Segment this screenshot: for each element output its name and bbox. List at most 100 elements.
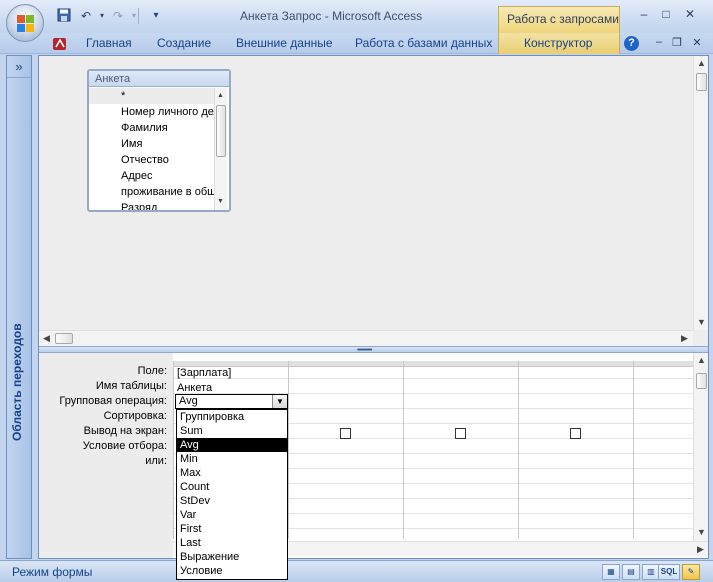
dropdown-option-sum[interactable]: Sum	[177, 424, 287, 438]
dropdown-option-stdev[interactable]: StDev	[177, 494, 287, 508]
vertical-scroll-thumb[interactable]	[696, 373, 707, 389]
row-label-sort: Сортировка:	[103, 410, 167, 422]
dropdown-option-avg[interactable]: Avg	[177, 438, 287, 452]
field-list-scroll-thumb[interactable]	[216, 105, 226, 157]
dropdown-option-min[interactable]: Min	[177, 452, 287, 466]
undo-icon[interactable]: ↶	[78, 8, 94, 24]
field-item[interactable]: Адрес	[89, 168, 215, 184]
column-selector[interactable]	[404, 361, 518, 367]
row-label-or: или:	[145, 455, 167, 467]
total-dropdown-list[interactable]: Группировка Sum Avg Min Max Count StDev …	[176, 409, 288, 580]
office-button[interactable]	[6, 4, 44, 42]
total-combo-value[interactable]: Avg	[179, 395, 198, 408]
sql-view-button[interactable]: SQL	[658, 564, 680, 580]
dropdown-option-count[interactable]: Count	[177, 480, 287, 494]
grid-column-5[interactable]	[633, 361, 693, 539]
maximize-icon[interactable]: □	[656, 6, 676, 22]
row-label-table: Имя таблицы:	[95, 380, 167, 392]
field-item[interactable]: Номер личного дела	[89, 104, 215, 120]
design-view-icon[interactable]: ✎	[682, 564, 700, 580]
scroll-down-icon[interactable]: ▼	[694, 525, 709, 540]
nav-pane-toggle-button[interactable]: »	[7, 56, 31, 78]
tab-external-data[interactable]: Внешние данные	[236, 36, 333, 50]
form-view-icon[interactable]: ▦	[602, 564, 620, 580]
doc-restore-icon[interactable]: ❐	[668, 36, 686, 51]
row-label-criteria: Условие отбора:	[82, 440, 167, 452]
dropdown-option-var[interactable]: Var	[177, 508, 287, 522]
scroll-right-icon[interactable]: ▶	[693, 542, 708, 557]
close-icon[interactable]: ✕	[680, 6, 700, 22]
field-item[interactable]: *	[89, 88, 215, 104]
column-selector[interactable]	[289, 361, 403, 367]
vertical-scroll-thumb[interactable]	[696, 73, 707, 91]
column-selector[interactable]	[519, 361, 633, 367]
grid-column-3[interactable]	[403, 361, 518, 539]
scroll-down-icon[interactable]: ▼	[694, 315, 709, 330]
scroll-right-icon[interactable]: ▶	[677, 331, 692, 346]
dropdown-option-group-by[interactable]: Группировка	[177, 410, 287, 424]
pane-splitter[interactable]: ••••••••••	[39, 346, 708, 354]
scroll-left-icon[interactable]: ◀	[39, 331, 54, 346]
row-label-total: Групповая операция:	[59, 395, 167, 407]
table-cell[interactable]: Анкета	[177, 382, 212, 394]
customize-quick-access-icon[interactable]: ▾	[148, 8, 164, 24]
scroll-down-icon[interactable]: ▼	[214, 194, 227, 209]
undo-dropdown-icon[interactable]: ▾	[94, 8, 110, 24]
scroll-up-icon[interactable]: ▲	[694, 56, 709, 71]
field-item[interactable]: проживание в общежитии	[89, 184, 215, 200]
tab-design[interactable]: Конструктор	[524, 36, 592, 50]
dropdown-option-max[interactable]: Max	[177, 466, 287, 480]
tab-home[interactable]: Главная	[86, 36, 132, 50]
status-bar: Режим формы ▦ ▤ ▥ SQL ✎	[0, 560, 713, 582]
field-item[interactable]: Фамилия	[89, 120, 215, 136]
grid-vertical-scrollbar[interactable]: ▲ ▼	[693, 353, 708, 541]
dropdown-option-first[interactable]: First	[177, 522, 287, 536]
field-item[interactable]: Имя	[89, 136, 215, 152]
combo-dropdown-icon[interactable]: ▼	[272, 395, 287, 408]
redo-icon[interactable]: ↷	[110, 8, 126, 24]
dropdown-option-where[interactable]: Условие	[177, 564, 287, 578]
help-icon[interactable]: ?	[624, 36, 639, 51]
field-item[interactable]: Разряд	[89, 200, 215, 210]
total-combo-box[interactable]: Avg ▼	[175, 394, 288, 409]
grid-column-4[interactable]	[518, 361, 633, 539]
dropdown-option-last[interactable]: Last	[177, 536, 287, 550]
grid-column-2[interactable]	[288, 361, 403, 539]
design-grid: Поле: Имя таблицы: Групповая операция: С…	[39, 353, 708, 558]
table-field-list[interactable]: Анкета * Номер личного дела Фамилия Имя …	[87, 69, 231, 212]
minimize-icon[interactable]: –	[634, 6, 654, 22]
doc-close-icon[interactable]: ✕	[688, 36, 706, 51]
row-label-show: Вывод на экран:	[83, 425, 167, 437]
scroll-up-icon[interactable]: ▲	[694, 353, 709, 368]
pivot-table-view-icon[interactable]: ▤	[622, 564, 640, 580]
row-label-field: Поле:	[137, 365, 167, 377]
doc-minimize-icon[interactable]: –	[650, 36, 668, 51]
title-bar: ↶ ▾ ↷ ▾ ▾ Анкета Запрос - Microsoft Acce…	[0, 0, 713, 33]
show-checkbox[interactable]	[570, 428, 581, 439]
redo-dropdown-icon[interactable]: ▾	[126, 8, 142, 24]
dropdown-option-expression[interactable]: Выражение	[177, 550, 287, 564]
context-tab-header: Работа с запросами	[498, 6, 620, 33]
context-tab-header-label: Работа с запросами	[507, 12, 619, 26]
quick-access-separator	[138, 8, 139, 24]
table-area-vertical-scrollbar[interactable]: ▲ ▼	[693, 56, 708, 330]
access-app-icon	[52, 36, 68, 52]
tab-create[interactable]: Создание	[157, 36, 211, 50]
table-area-horizontal-scrollbar[interactable]: ◀ ▶	[39, 330, 693, 346]
horizontal-scroll-thumb[interactable]	[55, 333, 73, 344]
scroll-up-icon[interactable]: ▲	[214, 88, 227, 103]
show-checkbox[interactable]	[455, 428, 466, 439]
column-selector[interactable]	[634, 361, 693, 367]
status-text: Режим формы	[12, 565, 93, 579]
field-item[interactable]: Отчество	[89, 152, 215, 168]
row-labels: Поле: Имя таблицы: Групповая операция: С…	[39, 353, 173, 558]
show-checkbox[interactable]	[340, 428, 351, 439]
field-list-scrollbar[interactable]: ▲ ▼	[214, 88, 227, 210]
save-icon[interactable]	[56, 8, 72, 24]
nav-pane-label[interactable]: Область переходов	[10, 323, 24, 441]
table-field-list-title[interactable]: Анкета	[89, 71, 229, 87]
query-design-window: Анкета * Номер личного дела Фамилия Имя …	[38, 55, 709, 559]
field-cell[interactable]: [Зарплата]	[177, 367, 231, 379]
table-field-items: * Номер личного дела Фамилия Имя Отчеств…	[89, 88, 215, 210]
tab-database-tools[interactable]: Работа с базами данных	[355, 36, 492, 50]
